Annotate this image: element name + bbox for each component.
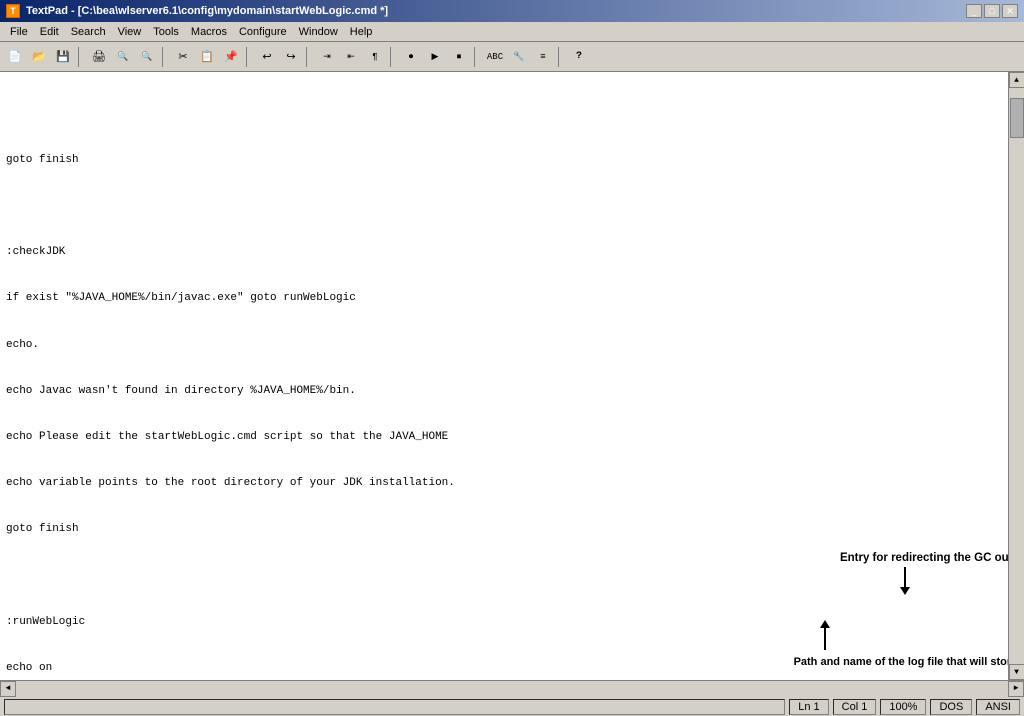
- stop-macro-button[interactable]: ⏹: [448, 46, 470, 68]
- scroll-down-button[interactable]: ▼: [1009, 664, 1024, 680]
- menu-bar: File Edit Search View Tools Macros Confi…: [0, 22, 1024, 42]
- tools-button[interactable]: 🔧: [508, 46, 530, 68]
- paste-button[interactable]: 📌: [220, 46, 242, 68]
- code-line: echo variable points to the root directo…: [6, 476, 1002, 491]
- find-button[interactable]: 🔍: [136, 46, 158, 68]
- menu-file[interactable]: File: [4, 24, 34, 40]
- title-bar: T TextPad - [C:\bea\wlserver6.1\config\m…: [0, 0, 1024, 22]
- open-button[interactable]: 📂: [28, 46, 50, 68]
- scroll-track[interactable]: [1009, 88, 1024, 664]
- code-line: goto finish: [6, 522, 1002, 537]
- status-eol: DOS: [930, 699, 972, 715]
- separator-6: [474, 47, 480, 67]
- status-encoding: ANSI: [976, 699, 1020, 715]
- code-line: echo on: [6, 661, 1002, 676]
- app-icon: T: [6, 4, 20, 18]
- maximize-button[interactable]: □: [984, 4, 1000, 18]
- toolbar: 📄 📂 💾 🖨 🔍 🔍 ✂ 📋 📌 ↩ ↪ ⇥ ⇤ ¶ ⏺ ▶ ⏹ ABC 🔧 …: [0, 42, 1024, 72]
- print-preview-button[interactable]: 🔍: [112, 46, 134, 68]
- scroll-right-button[interactable]: ►: [1008, 681, 1024, 697]
- separator-4: [306, 47, 312, 67]
- help-button[interactable]: ?: [568, 46, 590, 68]
- code-line: echo.: [6, 338, 1002, 353]
- code-line: :runWebLogic: [6, 615, 1002, 630]
- scroll-track-h[interactable]: [16, 681, 1008, 697]
- separator-5: [390, 47, 396, 67]
- copy-button[interactable]: 📋: [196, 46, 218, 68]
- compare-button[interactable]: ≡: [532, 46, 554, 68]
- editor-container: goto finish :checkJDK if exist "%JAVA_HO…: [0, 72, 1024, 680]
- menu-tools[interactable]: Tools: [147, 24, 185, 40]
- status-main: [4, 699, 785, 715]
- status-bar: Ln 1 Col 1 100% DOS ANSI: [0, 696, 1024, 716]
- code-line: echo Please edit the startWebLogic.cmd s…: [6, 430, 1002, 445]
- print-button[interactable]: 🖨: [88, 46, 110, 68]
- scrollbar-vertical[interactable]: ▲ ▼: [1008, 72, 1024, 680]
- status-zoom: 100%: [880, 699, 926, 715]
- menu-window[interactable]: Window: [293, 24, 344, 40]
- status-line: Ln 1: [789, 699, 828, 715]
- code-line: [6, 199, 1002, 214]
- play-macro-button[interactable]: ▶: [424, 46, 446, 68]
- menu-help[interactable]: Help: [344, 24, 379, 40]
- scrollbar-horizontal[interactable]: ◄ ►: [0, 680, 1024, 696]
- scroll-up-button[interactable]: ▲: [1009, 72, 1024, 88]
- indent-button[interactable]: ⇥: [316, 46, 338, 68]
- scroll-left-button[interactable]: ◄: [0, 681, 16, 697]
- code-line: goto finish: [6, 153, 1002, 168]
- separator-3: [246, 47, 252, 67]
- code-line: echo Javac wasn't found in directory %JA…: [6, 384, 1002, 399]
- redo-button[interactable]: ↪: [280, 46, 302, 68]
- spell-button[interactable]: ABC: [484, 46, 506, 68]
- close-button[interactable]: ✕: [1002, 4, 1018, 18]
- menu-edit[interactable]: Edit: [34, 24, 65, 40]
- code-line: :checkJDK: [6, 245, 1002, 260]
- code-line: [6, 569, 1002, 584]
- format-button[interactable]: ¶: [364, 46, 386, 68]
- scroll-thumb[interactable]: [1010, 98, 1024, 138]
- separator-2: [162, 47, 168, 67]
- outdent-button[interactable]: ⇤: [340, 46, 362, 68]
- main-area: goto finish :checkJDK if exist "%JAVA_HO…: [0, 72, 1024, 680]
- menu-macros[interactable]: Macros: [185, 24, 233, 40]
- status-col: Col 1: [833, 699, 877, 715]
- separator-7: [558, 47, 564, 67]
- separator-1: [78, 47, 84, 67]
- record-macro-button[interactable]: ⏺: [400, 46, 422, 68]
- window-title: TextPad - [C:\bea\wlserver6.1\config\myd…: [26, 5, 388, 17]
- menu-configure[interactable]: Configure: [233, 24, 293, 40]
- new-button[interactable]: 📄: [4, 46, 26, 68]
- code-line: if exist "%JAVA_HOME%/bin/javac.exe" got…: [6, 291, 1002, 306]
- menu-search[interactable]: Search: [65, 24, 112, 40]
- menu-view[interactable]: View: [112, 24, 148, 40]
- cut-button[interactable]: ✂: [172, 46, 194, 68]
- undo-button[interactable]: ↩: [256, 46, 278, 68]
- editor[interactable]: goto finish :checkJDK if exist "%JAVA_HO…: [0, 72, 1008, 680]
- minimize-button[interactable]: _: [966, 4, 982, 18]
- save-button[interactable]: 💾: [52, 46, 74, 68]
